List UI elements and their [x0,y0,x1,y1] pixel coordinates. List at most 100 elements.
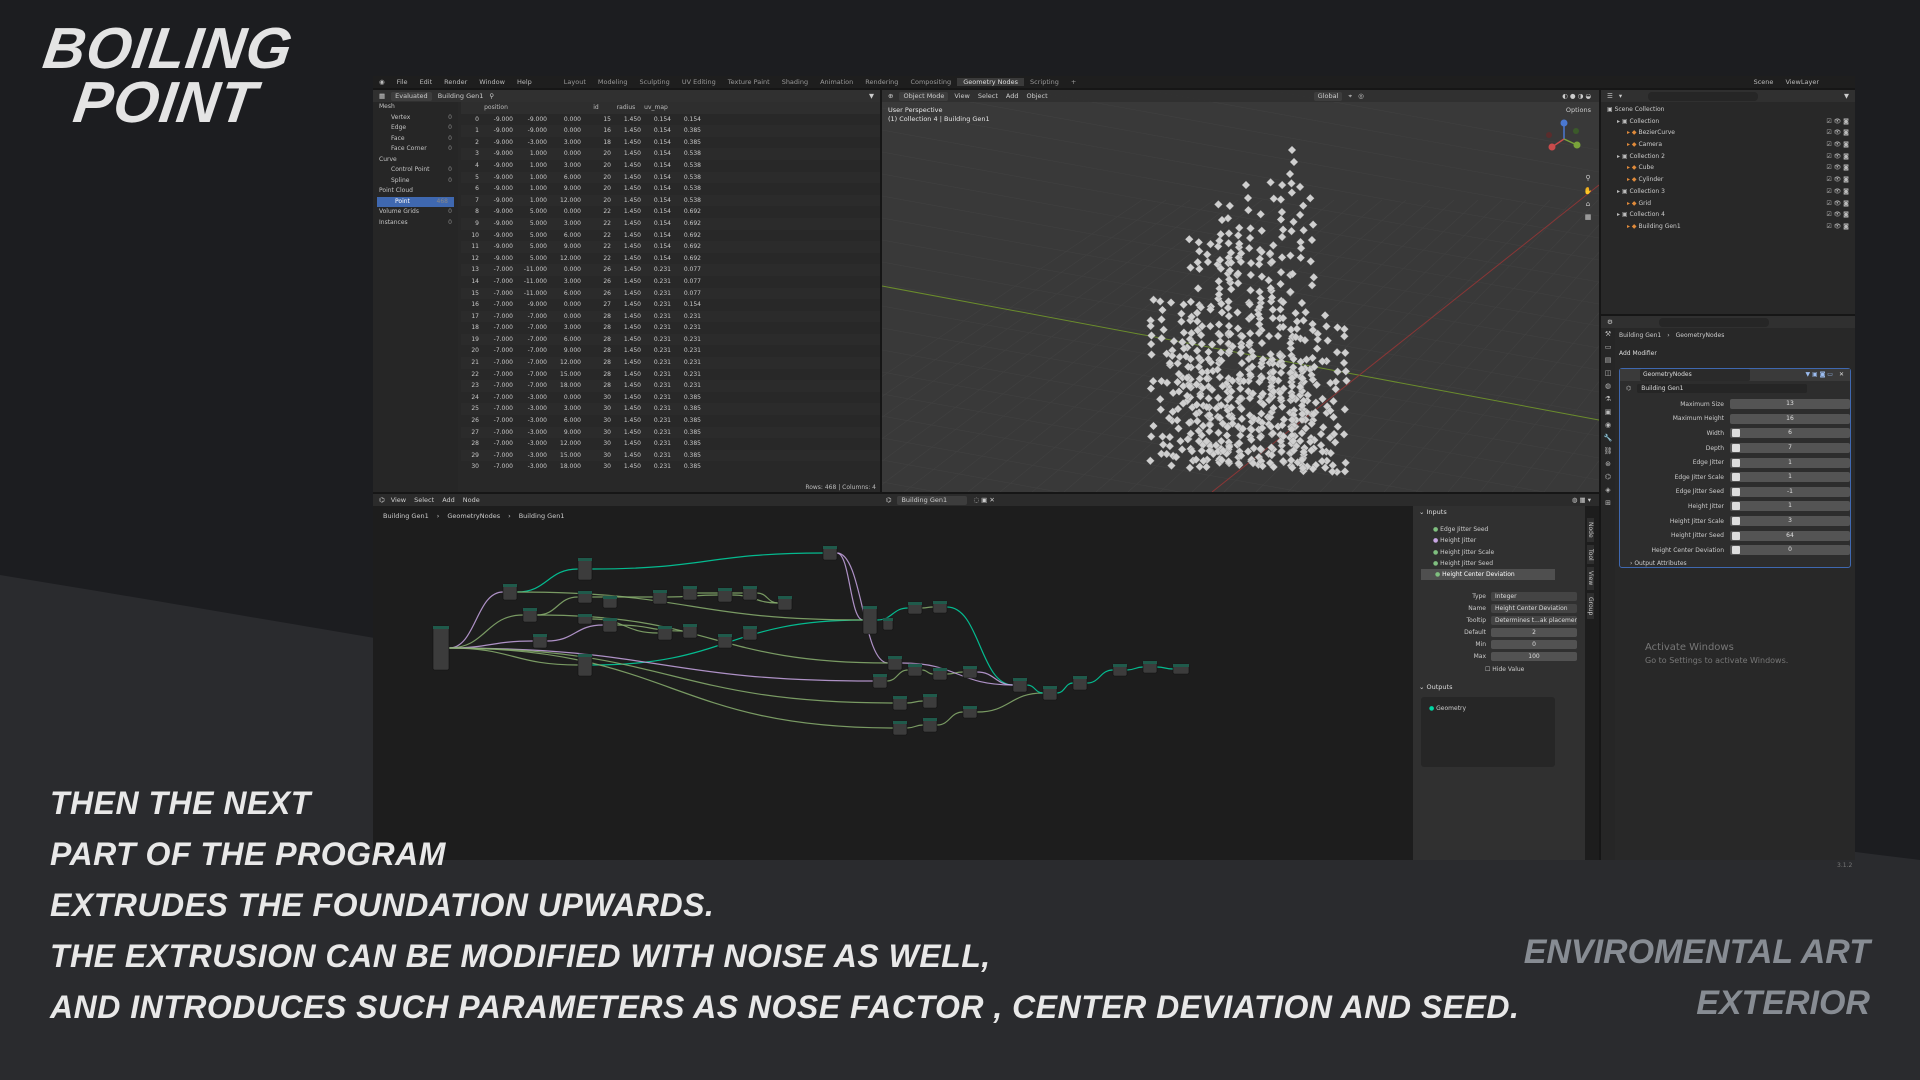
3d-viewport[interactable]: ⊕ Object Mode View Select Add Object Global… [882,90,1599,492]
attribute-toggle-icon[interactable] [1732,546,1740,555]
outliner-item[interactable]: ▸ ▣ Collection 3 ☑ 👁 ◙ [1601,186,1855,198]
spreadsheet-domain-item[interactable]: Point Cloud [373,186,458,197]
viewport-menu-select[interactable]: Select [978,92,998,100]
workspace-tab[interactable]: Sculpting [633,78,675,86]
workspace-tab[interactable]: Compositing [904,78,957,86]
attribute-toggle-icon[interactable] [1732,531,1740,540]
evaluation-dropdown[interactable]: Evaluated [391,91,432,101]
group-input-item[interactable]: ● Edge Jitter Seed [1413,524,1585,535]
outliner-item[interactable]: ▸ ◆ Building Gen1 ☑ 👁 ◙ [1601,221,1855,233]
mode-dropdown[interactable]: Object Mode [899,91,949,101]
spreadsheet-domain-item[interactable]: Control Point 0 [373,165,458,176]
pin-icon[interactable]: ⚲ [489,92,494,100]
options-button[interactable]: Options [1566,106,1591,114]
workspace-tab[interactable]: Scripting [1024,78,1065,86]
input-field[interactable]: 7 [1730,443,1850,454]
outliner-item[interactable]: ▸ ▣ Collection 2 ☑ 👁 ◙ [1601,151,1855,163]
filter-icon[interactable]: ▼ [869,92,874,100]
outliner-search[interactable] [1648,91,1759,101]
input-field[interactable]: 3 [1730,516,1850,527]
outputs-panel-header[interactable]: ⌄ Outputs [1413,681,1585,693]
zoom-icon[interactable]: ⚲ [1583,174,1593,183]
input-field[interactable]: 16 [1730,413,1850,424]
pan-hand-icon[interactable]: ✋ [1583,187,1593,196]
workspace-tab[interactable]: Animation [814,78,859,86]
visibility-icons[interactable]: ☑ 👁 ◙ [1826,209,1849,221]
hide-value-checkbox[interactable]: ☐ Hide Value [1413,666,1585,673]
group-input-item[interactable]: ● Height Jitter Seed [1413,558,1585,569]
node-group-field[interactable]: Building Gen1 [1637,383,1808,393]
node-menu-view[interactable]: View [391,496,406,504]
snap-icon[interactable]: ⌖ [1348,92,1352,101]
spreadsheet-domain-item[interactable]: Instances 0 [373,218,458,229]
workspace-tab[interactable]: Shading [776,78,814,86]
editor-type-icon[interactable]: ⌬ [379,496,385,504]
workspace-tab[interactable]: Modeling [592,78,634,86]
modifier-name-field[interactable]: GeometryNodes [1640,369,1750,381]
spreadsheet-domain-item[interactable]: Edge 0 [373,123,458,134]
spreadsheet-domain-item[interactable]: Mesh [373,102,458,113]
workspace-tab[interactable]: + [1065,78,1082,86]
editor-type-icon[interactable]: ▦ [379,92,385,100]
attribute-toggle-icon[interactable] [1732,473,1740,482]
sidebar-tab-tool[interactable]: Tool [1587,544,1594,565]
visibility-icons[interactable]: ☑ 👁 ◙ [1826,116,1849,128]
overlay-icons[interactable]: ◍ ▦ ▾ [1572,496,1591,504]
fake-user-icon[interactable]: ◌ ▣ ✕ [973,496,994,504]
menu-render[interactable]: Render [438,78,473,86]
menu-window[interactable]: Window [473,78,511,86]
outliner-item[interactable]: ▸ ◆ Grid ☑ 👁 ◙ [1601,198,1855,210]
attribute-toggle-icon[interactable] [1732,517,1740,526]
input-field[interactable]: 0 [1730,545,1850,556]
visibility-icons[interactable]: ☑ 👁 ◙ [1826,151,1849,163]
filter-icon[interactable]: ▼ [1844,92,1849,100]
spreadsheet-domain-item[interactable]: Face 0 [373,134,458,145]
scene-collection[interactable]: ▣ Scene Collection [1601,104,1855,116]
spreadsheet-domain-item[interactable]: Vertex 0 [373,113,458,124]
workspace-tab[interactable]: UV Editing [676,78,722,86]
spreadsheet-domain-item[interactable]: Point 468 [377,196,454,207]
menu-edit[interactable]: Edit [414,78,439,86]
property-tab-icons[interactable]: ⚒ ▭ ▤ ◫ ◍ ⚗ ▣ ◉ 🔧 ⛓ ⊛ ⌬ ◈ ⊞ [1601,328,1615,510]
workspace-tab[interactable]: Texture Paint [722,78,776,86]
viewport-menu-view[interactable]: View [954,92,969,100]
attribute-toggle-icon[interactable] [1732,487,1740,496]
output-attributes-panel[interactable]: › Output Attributes [1620,560,1850,567]
menu-help[interactable]: Help [511,78,538,86]
editor-type-icon[interactable]: ⊕ [888,92,893,100]
group-input-item[interactable]: ● Height Jitter [1413,535,1585,546]
input-field[interactable]: 1 [1730,457,1850,468]
sidebar-tab-node[interactable]: Node [1587,518,1594,542]
input-field[interactable]: 64 [1730,530,1850,541]
attribute-toggle-icon[interactable] [1732,444,1740,453]
socket-property-field[interactable]: 100 [1491,651,1577,661]
spreadsheet-domain-item[interactable]: Volume Grids 0 [373,207,458,218]
input-field[interactable]: 6 [1730,428,1850,439]
view-layer-selector[interactable]: ViewLayer [1779,78,1825,86]
proportional-icon[interactable]: ◎ [1358,92,1364,100]
socket-property-field[interactable]: Determines t...ak placement [1491,615,1577,625]
visibility-icons[interactable]: ☑ 👁 ◙ [1826,139,1849,151]
spreadsheet-domain-item[interactable]: Spline 0 [373,176,458,187]
socket-property-field[interactable]: Integer [1491,591,1577,601]
visibility-icons[interactable]: ☑ 👁 ◙ [1826,127,1849,139]
node-menu-node[interactable]: Node [463,496,480,504]
node-tree-selector[interactable]: Building Gen1 [897,495,968,505]
blender-logo-icon[interactable]: ◉ [373,78,391,86]
outliner-item[interactable]: ▸ ◆ Camera ☑ 👁 ◙ [1601,139,1855,151]
outliner-item[interactable]: ▸ ◆ Cylinder ☑ 👁 ◙ [1601,174,1855,186]
input-field[interactable]: -1 [1730,486,1850,497]
inputs-panel-header[interactable]: ⌄ Inputs [1413,506,1585,518]
scene-selector[interactable]: Scene [1748,78,1780,86]
workspace-tab[interactable]: Rendering [859,78,904,86]
spreadsheet-domain-item[interactable]: Face Corner 0 [373,144,458,155]
properties-search[interactable] [1658,317,1769,327]
group-output-item[interactable]: ● Geometry [1421,703,1555,714]
attribute-toggle-icon[interactable] [1732,502,1740,511]
node-menu-select[interactable]: Select [414,496,434,504]
visibility-icons[interactable]: ☑ 👁 ◙ [1826,198,1849,210]
editor-type-icon[interactable]: ⚙ [1607,318,1613,326]
socket-property-field[interactable]: Height Center Deviation [1491,603,1577,613]
outliner-item[interactable]: ▸ ▣ Collection ☑ 👁 ◙ [1601,116,1855,128]
workspace-tab[interactable]: Layout [558,78,592,86]
